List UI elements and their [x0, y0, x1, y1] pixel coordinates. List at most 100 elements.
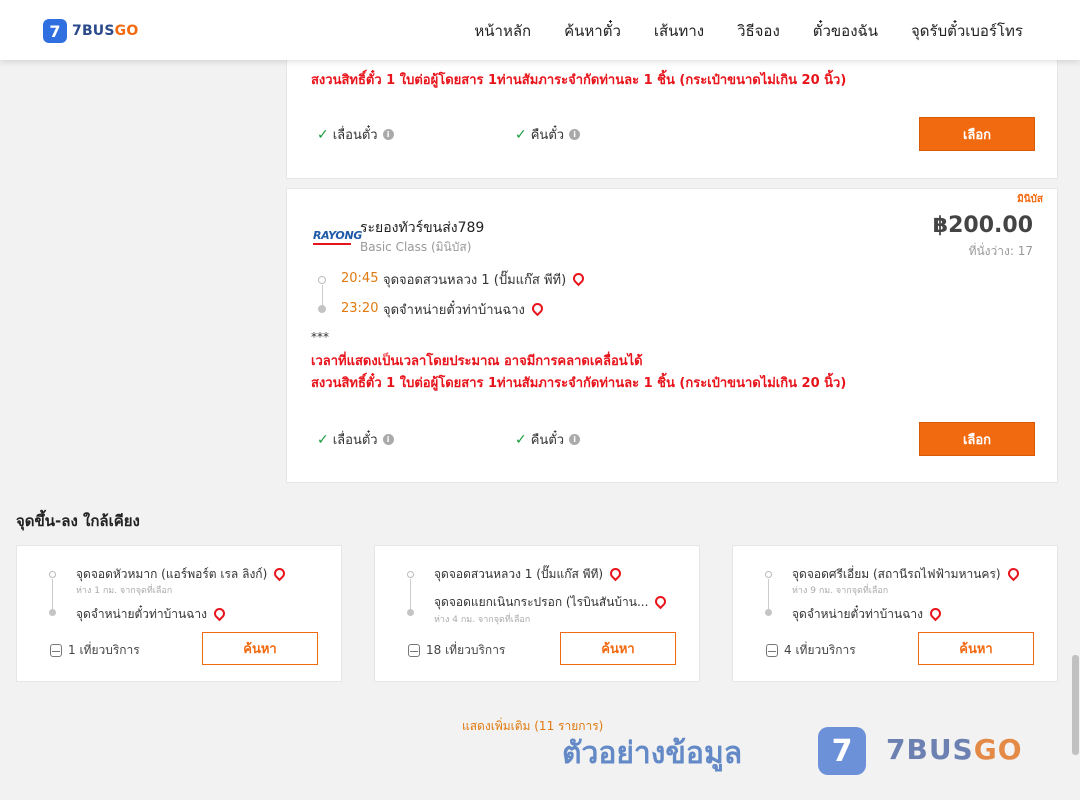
search-button[interactable]: ค้นหา — [560, 632, 676, 665]
info-icon[interactable]: i — [569, 434, 581, 445]
select-button[interactable]: เลือก — [919, 117, 1035, 151]
sample-data-watermark: ตัวอย่างข้อมูล — [562, 736, 743, 771]
arrival-stop[interactable]: จุดจำหน่ายตั๋วท่าบ้านฉาง — [383, 299, 546, 320]
search-button[interactable]: ค้นหา — [202, 632, 318, 665]
scrollbar-thumb[interactable] — [1072, 655, 1079, 755]
route-card-previous: สงวนสิทธิ์ตั๋ว 1 ใบต่อผู้โดยสาร 1ท่านสัม… — [286, 40, 1058, 179]
trip-count: 4 เที่ยวบริการ — [766, 641, 856, 660]
nav-routes[interactable]: เส้นทาง — [654, 19, 704, 43]
feature-label: เลื่อนตั๋ว — [332, 433, 378, 448]
from-distance: ห่าง 1 กม. จากจุดที่เลือก — [76, 586, 173, 596]
check-icon: ✓ — [515, 431, 527, 448]
timeline-line — [768, 579, 769, 609]
departure-dot — [318, 276, 326, 284]
from-dot — [765, 571, 772, 578]
search-button[interactable]: ค้นหา — [918, 632, 1034, 665]
feature-change-ticket: ✓ เลื่อนตั๋ว i — [317, 429, 394, 450]
main-nav: หน้าหลัก ค้นหาตั๋ว เส้นทาง วิธีจอง ตั๋วข… — [474, 19, 1023, 43]
from-stop: จุดจอดสวนหลวง 1 (ปั๊มแก๊ส พีที) — [434, 565, 624, 584]
ticket-policy-text: สงวนสิทธิ์ตั๋ว 1 ใบต่อผู้โดยสาร 1ท่านสัม… — [311, 376, 847, 391]
departure-stop[interactable]: จุดจอดสวนหลวง 1 (ปั๊มแก๊ส พีที) — [383, 269, 587, 290]
nav-how-to-book[interactable]: วิธีจอง — [737, 19, 780, 43]
ticket-policy-text: สงวนสิทธิ์ตั๋ว 1 ใบต่อผู้โดยสาร 1ท่านสัม… — [311, 73, 847, 88]
feature-label: คืนตั๋ว — [530, 433, 565, 448]
to-dot — [765, 609, 772, 616]
nav-search-ticket[interactable]: ค้นหาตั๋ว — [564, 19, 621, 43]
arrival-dot — [318, 305, 326, 313]
site-logo[interactable]: 7 7BUSGO — [43, 19, 138, 43]
from-dot — [407, 571, 414, 578]
map-pin-icon[interactable] — [570, 270, 587, 287]
arrival-time: 23:20 — [341, 301, 379, 316]
from-stop: จุดจอดศรีเอี่ยม (สถานีรถไฟฟ้ามหานคร) — [792, 565, 1021, 584]
operator-name: ระยองทัวร์ขนส่ง789 — [360, 220, 485, 236]
trip-count-label: 4 เที่ยวบริการ — [784, 643, 856, 657]
to-dot — [407, 609, 414, 616]
departure-time: 20:45 — [341, 271, 379, 286]
from-dot — [49, 571, 56, 578]
check-icon: ✓ — [515, 126, 527, 143]
time-estimate-note: เวลาที่แสดงเป็นเวลาโดยประมาณ อาจมีการคลา… — [311, 354, 643, 369]
minibus-tag: มินิบัส — [1017, 194, 1043, 205]
watermark-brand: 7BUSGO — [886, 733, 1023, 766]
feature-change-ticket: ✓ เลื่อนตั๋ว i — [317, 124, 394, 145]
to-stop: จุดจำหน่ายตั๋วท่าบ้านฉาง — [76, 605, 228, 624]
nearby-stops-title: จุดขึ้น-ลง ใกล้เคียง — [16, 512, 140, 530]
nav-ticket-pickup-phone[interactable]: จุดรับตั๋วเบอร์โทร — [911, 19, 1023, 43]
check-icon: ✓ — [317, 126, 329, 143]
logo-text: 7BUSGO — [72, 23, 139, 39]
timeline-line — [322, 285, 323, 305]
map-pin-icon[interactable] — [1005, 565, 1021, 582]
arrival-stop-label: จุดจำหน่ายตั๋วท่าบ้านฉาง — [383, 303, 525, 318]
note-stars: *** — [311, 330, 329, 344]
trip-count: 18 เที่ยวบริการ — [408, 641, 505, 660]
from-stop: จุดจอดหัวหมาก (แอร์พอร์ต เรล ลิงก์) — [76, 565, 288, 584]
to-stop: จุดจำหน่ายตั๋วท่าบ้านฉาง — [792, 605, 944, 624]
to-distance: ห่าง 4 กม. จากจุดที่เลือก — [434, 615, 531, 625]
to-stop-label: จุดจอดแยกเนินกระปรอก (ไรบินสันบ้าน... — [434, 595, 649, 609]
map-pin-icon[interactable] — [653, 593, 669, 610]
map-pin-icon[interactable] — [927, 605, 944, 622]
feature-refund-ticket: ✓ คืนตั๋ว i — [515, 124, 581, 145]
seats-available: ที่นั่งว่าง: 17 — [968, 244, 1033, 258]
to-stop-label: จุดจำหน่ายตั๋วท่าบ้านฉาง — [76, 607, 207, 621]
bus-icon — [766, 644, 778, 657]
trip-count-label: 18 เที่ยวบริการ — [426, 643, 506, 657]
feature-refund-ticket: ✓ คืนตั๋ว i — [515, 429, 581, 450]
nearby-card: จุดจอดหัวหมาก (แอร์พอร์ต เรล ลิงก์) ห่าง… — [16, 545, 342, 682]
from-stop-label: จุดจอดหัวหมาก (แอร์พอร์ต เรล ลิงก์) — [76, 567, 268, 581]
top-header: 7 7BUSGO หน้าหลัก ค้นหาตั๋ว เส้นทาง วิธี… — [0, 0, 1080, 60]
from-stop-label: จุดจอดศรีเอี่ยม (สถานีรถไฟฟ้ามหานคร) — [792, 567, 1001, 581]
info-icon[interactable]: i — [382, 434, 394, 445]
to-stop: จุดจอดแยกเนินกระปรอก (ไรบินสันบ้าน... — [434, 593, 669, 612]
from-distance: ห่าง 9 กม. จากจุดที่เลือก — [792, 586, 889, 596]
bus-icon — [50, 644, 62, 657]
trip-count: 1 เที่ยวบริการ — [50, 641, 140, 660]
nav-home[interactable]: หน้าหลัก — [474, 19, 531, 43]
timeline-line — [52, 579, 53, 609]
watermark-logo-icon: 7 — [818, 727, 866, 775]
map-pin-icon[interactable] — [211, 605, 228, 622]
timeline-line — [410, 579, 411, 609]
nav-my-tickets[interactable]: ตั๋วของฉัน — [813, 19, 878, 43]
page-scrollbar[interactable] — [1071, 0, 1080, 800]
info-icon[interactable]: i — [382, 129, 394, 140]
select-button[interactable]: เลือก — [919, 422, 1035, 456]
departure-stop-label: จุดจอดสวนหลวง 1 (ปั๊มแก๊ส พีที) — [383, 273, 567, 288]
logo-mark-icon: 7 — [43, 19, 67, 43]
map-pin-icon[interactable] — [607, 565, 624, 582]
map-pin-icon[interactable] — [271, 565, 288, 582]
to-dot — [49, 609, 56, 616]
nearby-card: จุดจอดศรีเอี่ยม (สถานีรถไฟฟ้ามหานคร) ห่า… — [732, 545, 1058, 682]
operator-logo: RAYONG — [313, 229, 362, 245]
ticket-price: ฿200.00 — [932, 213, 1033, 238]
route-card: มินิบัส RAYONG ระยองทัวร์ขนส่ง789 Basic … — [286, 188, 1058, 483]
trip-count-label: 1 เที่ยวบริการ — [68, 643, 140, 657]
bus-class: Basic Class (มินิบัส) — [360, 240, 472, 254]
info-icon[interactable]: i — [569, 129, 581, 140]
nearby-card: จุดจอดสวนหลวง 1 (ปั๊มแก๊ส พีที) จุดจอดแย… — [374, 545, 700, 682]
map-pin-icon[interactable] — [529, 300, 546, 317]
check-icon: ✓ — [317, 431, 329, 448]
from-stop-label: จุดจอดสวนหลวง 1 (ปั๊มแก๊ส พีที) — [434, 567, 604, 581]
to-stop-label: จุดจำหน่ายตั๋วท่าบ้านฉาง — [792, 607, 923, 621]
